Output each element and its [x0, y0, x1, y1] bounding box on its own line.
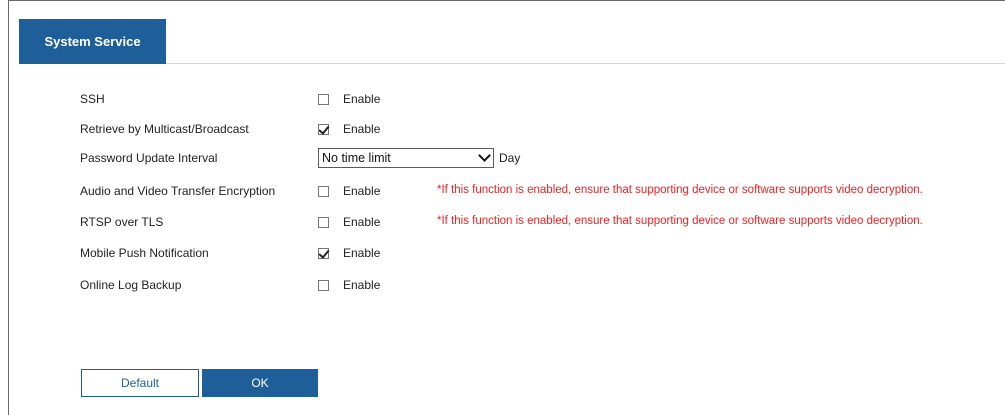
setting-label: Audio and Video Transfer Encryption	[80, 184, 276, 198]
setting-row-rtsp-tls: RTSP over TLS Enable	[80, 212, 380, 232]
setting-label: RTSP over TLS	[80, 215, 164, 229]
default-button[interactable]: Default	[81, 369, 199, 397]
password-interval-select[interactable]: No time limit	[318, 148, 494, 168]
setting-row-log-backup: Online Log Backup Enable	[80, 275, 380, 295]
setting-row-multicast: Retrieve by Multicast/Broadcast Enable	[80, 119, 380, 139]
setting-label: Retrieve by Multicast/Broadcast	[80, 122, 249, 136]
checkbox-label: Enable	[343, 92, 381, 106]
tab-bar: System Service	[19, 19, 1005, 64]
ok-button[interactable]: OK	[202, 369, 318, 397]
setting-label: Online Log Backup	[80, 278, 182, 292]
multicast-enable-checkbox[interactable]	[318, 123, 329, 135]
select-value: No time limit	[322, 151, 391, 165]
checkbox-label: Enable	[343, 122, 381, 136]
setting-row-password-interval: Password Update Interval	[80, 148, 318, 168]
checkbox-label: Enable	[343, 215, 381, 229]
checkbox-label: Enable	[343, 184, 381, 198]
av-encryption-enable-checkbox[interactable]	[318, 185, 329, 197]
rtsp-tls-warning: *If this function is enabled, ensure tha…	[437, 215, 923, 227]
ssh-enable-checkbox[interactable]	[318, 93, 329, 105]
chevron-down-icon	[478, 149, 491, 162]
setting-row-ssh: SSH Enable	[80, 89, 380, 109]
setting-row-av-encryption: Audio and Video Transfer Encryption Enab…	[80, 181, 380, 201]
interval-unit: Day	[499, 151, 521, 165]
checkbox-label: Enable	[343, 246, 381, 260]
setting-row-mobile-push: Mobile Push Notification Enable	[80, 243, 380, 263]
mobile-push-enable-checkbox[interactable]	[318, 247, 329, 259]
rtsp-tls-enable-checkbox[interactable]	[318, 216, 329, 228]
setting-label: SSH	[80, 92, 105, 106]
tab-system-service[interactable]: System Service	[19, 19, 166, 64]
av-encryption-warning: *If this function is enabled, ensure tha…	[437, 184, 923, 196]
log-backup-enable-checkbox[interactable]	[318, 279, 329, 291]
setting-label: Mobile Push Notification	[80, 246, 209, 260]
setting-label: Password Update Interval	[80, 151, 218, 165]
checkbox-label: Enable	[343, 278, 381, 292]
